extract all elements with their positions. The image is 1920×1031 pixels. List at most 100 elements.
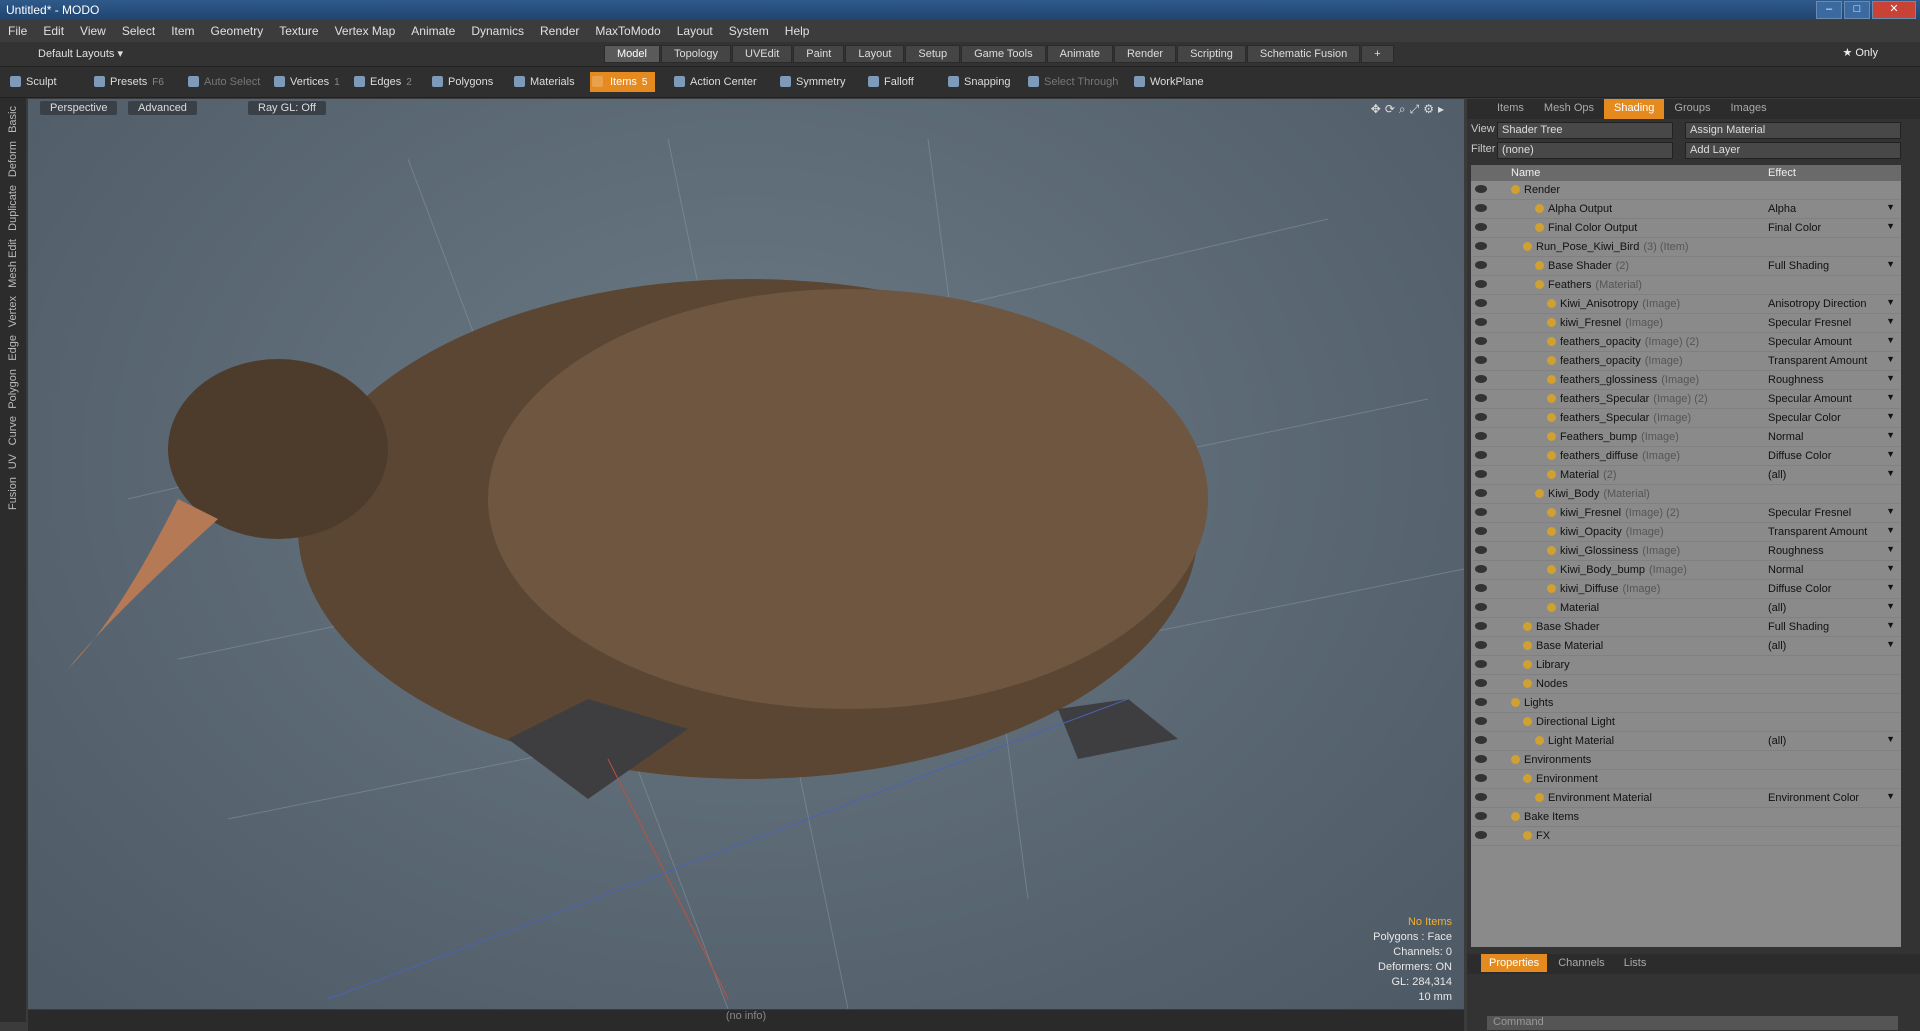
- visibility-eye-icon[interactable]: [1475, 641, 1487, 649]
- layer-effect[interactable]: (all): [1768, 469, 1786, 481]
- shader-tree-row[interactable]: kiwi_Glossiness (Image) Roughness ▼: [1471, 542, 1901, 561]
- sculpt-button[interactable]: Sculpt: [8, 72, 57, 92]
- layer-effect[interactable]: Specular Color: [1768, 412, 1841, 424]
- menu-select[interactable]: Select: [114, 24, 163, 38]
- layer-effect[interactable]: Roughness: [1768, 545, 1824, 557]
- shader-tree-row[interactable]: kiwi_Fresnel (Image) Specular Fresnel ▼: [1471, 314, 1901, 333]
- menu-item[interactable]: Item: [163, 24, 202, 38]
- visibility-eye-icon[interactable]: [1475, 603, 1487, 611]
- layout-dropdown[interactable]: Default Layouts ▾: [38, 47, 123, 60]
- shader-tree-row[interactable]: kiwi_Diffuse (Image) Diffuse Color ▼: [1471, 580, 1901, 599]
- shader-tree-row[interactable]: Lights: [1471, 694, 1901, 713]
- effect-dropdown-icon[interactable]: ▼: [1886, 582, 1895, 592]
- visibility-eye-icon[interactable]: [1475, 470, 1487, 478]
- shader-tree-row[interactable]: Directional Light: [1471, 713, 1901, 732]
- shader-tree-row[interactable]: Environments: [1471, 751, 1901, 770]
- materials-button[interactable]: Materials: [512, 72, 575, 92]
- menu-edit[interactable]: Edit: [35, 24, 72, 38]
- visibility-eye-icon[interactable]: [1475, 242, 1487, 250]
- visibility-eye-icon[interactable]: [1475, 489, 1487, 497]
- workplane-button[interactable]: WorkPlane: [1132, 72, 1204, 92]
- layer-effect[interactable]: (all): [1768, 735, 1786, 747]
- sidetab-fusion[interactable]: Fusion: [7, 477, 19, 510]
- visibility-eye-icon[interactable]: [1475, 546, 1487, 554]
- shader-tree-row[interactable]: Base Material (all) ▼: [1471, 637, 1901, 656]
- shader-tree-row[interactable]: Run_Pose_Kiwi_Bird (3) (Item): [1471, 238, 1901, 257]
- menu-texture[interactable]: Texture: [271, 24, 326, 38]
- visibility-eye-icon[interactable]: [1475, 717, 1487, 725]
- shader-tree-row[interactable]: Base Shader Full Shading ▼: [1471, 618, 1901, 637]
- shader-tree-row[interactable]: FX: [1471, 827, 1901, 846]
- layer-effect[interactable]: Specular Amount: [1768, 336, 1852, 348]
- shader-tree-row[interactable]: feathers_diffuse (Image) Diffuse Color ▼: [1471, 447, 1901, 466]
- shader-tree-row[interactable]: Environment Material Environment Color ▼: [1471, 789, 1901, 808]
- menu-file[interactable]: File: [0, 24, 35, 38]
- visibility-eye-icon[interactable]: [1475, 185, 1487, 193]
- effect-dropdown-icon[interactable]: ▼: [1886, 221, 1895, 231]
- visibility-eye-icon[interactable]: [1475, 565, 1487, 573]
- sidetab-basic[interactable]: Basic: [7, 106, 19, 133]
- shader-tree-row[interactable]: Library: [1471, 656, 1901, 675]
- shader-tree-row[interactable]: kiwi_Opacity (Image) Transparent Amount ▼: [1471, 523, 1901, 542]
- shader-tree-row[interactable]: Material (2) (all) ▼: [1471, 466, 1901, 485]
- shader-tree-row[interactable]: feathers_glossiness (Image) Roughness ▼: [1471, 371, 1901, 390]
- tab-layout[interactable]: Layout: [845, 45, 905, 63]
- effect-dropdown-icon[interactable]: ▼: [1886, 430, 1895, 440]
- action-center-button[interactable]: Action Center: [672, 72, 757, 92]
- viewport-nav-icons[interactable]: ✥⟳⌕⤢⚙▸: [1371, 102, 1448, 117]
- shader-tree-row[interactable]: Light Material (all) ▼: [1471, 732, 1901, 751]
- minimize-button[interactable]: –: [1816, 1, 1842, 19]
- sidetab-mesh-edit[interactable]: Mesh Edit: [7, 239, 19, 288]
- menu-view[interactable]: View: [72, 24, 114, 38]
- shader-tree-row[interactable]: Feathers_bump (Image) Normal ▼: [1471, 428, 1901, 447]
- tab-model[interactable]: Model: [604, 45, 660, 63]
- sidetab-curve[interactable]: Curve: [7, 416, 19, 445]
- visibility-eye-icon[interactable]: [1475, 318, 1487, 326]
- layer-effect[interactable]: Roughness: [1768, 374, 1824, 386]
- tab-topology[interactable]: Topology: [660, 45, 732, 63]
- effect-dropdown-icon[interactable]: ▼: [1886, 259, 1895, 269]
- tab-uvedit[interactable]: UVEdit: [732, 45, 793, 63]
- layer-effect[interactable]: (all): [1768, 602, 1786, 614]
- menu-render[interactable]: Render: [532, 24, 587, 38]
- visibility-eye-icon[interactable]: [1475, 375, 1487, 383]
- select-through-button[interactable]: Select Through: [1026, 72, 1118, 92]
- shader-tree-row[interactable]: feathers_Specular (Image) Specular Color ▼: [1471, 409, 1901, 428]
- maximize-button[interactable]: □: [1844, 1, 1870, 19]
- visibility-eye-icon[interactable]: [1475, 508, 1487, 516]
- layer-effect[interactable]: Environment Color: [1768, 792, 1859, 804]
- tab-groups[interactable]: Groups: [1664, 99, 1720, 119]
- tab-schematic-fusion[interactable]: Schematic Fusion: [1246, 45, 1361, 63]
- visibility-eye-icon[interactable]: [1475, 831, 1487, 839]
- tab-mesh-ops[interactable]: Mesh Ops: [1534, 99, 1604, 119]
- command-input[interactable]: Command: [1487, 1016, 1898, 1030]
- tab-channels[interactable]: Channels: [1550, 954, 1612, 972]
- layer-effect[interactable]: Specular Fresnel: [1768, 507, 1851, 519]
- visibility-eye-icon[interactable]: [1475, 337, 1487, 345]
- close-button[interactable]: ✕: [1872, 1, 1916, 19]
- effect-dropdown-icon[interactable]: ▼: [1886, 297, 1895, 307]
- shader-tree-row[interactable]: feathers_Specular (Image) (2) Specular Amo…: [1471, 390, 1901, 409]
- tab-images[interactable]: Images: [1721, 99, 1777, 119]
- shader-tree-row[interactable]: Material (all) ▼: [1471, 599, 1901, 618]
- sidetab-deform[interactable]: Deform: [7, 141, 19, 177]
- shader-tree-row[interactable]: Kiwi_Body (Material): [1471, 485, 1901, 504]
- menu-help[interactable]: Help: [777, 24, 818, 38]
- shader-tree-row[interactable]: Final Color Output Final Color ▼: [1471, 219, 1901, 238]
- effect-dropdown-icon[interactable]: ▼: [1886, 620, 1895, 630]
- polygons-button[interactable]: Polygons: [430, 72, 493, 92]
- sidetab-vertex[interactable]: Vertex: [7, 296, 19, 327]
- layer-effect[interactable]: Transparent Amount: [1768, 526, 1867, 538]
- effect-dropdown-icon[interactable]: ▼: [1886, 316, 1895, 326]
- items-button[interactable]: Items 5: [590, 72, 656, 92]
- effect-dropdown-icon[interactable]: ▼: [1886, 506, 1895, 516]
- menu-geometry[interactable]: Geometry: [203, 24, 272, 38]
- tab-setup[interactable]: Setup: [905, 45, 961, 63]
- auto-select-button[interactable]: Auto Select: [186, 72, 260, 92]
- menu-maxtomodo[interactable]: MaxToModo: [587, 24, 668, 38]
- only-toggle[interactable]: ★ Only: [1842, 46, 1878, 59]
- visibility-eye-icon[interactable]: [1475, 584, 1487, 592]
- edges-button[interactable]: Edges 2: [352, 72, 412, 92]
- shader-tree-row[interactable]: Bake Items: [1471, 808, 1901, 827]
- sidetab-edge[interactable]: Edge: [7, 335, 19, 361]
